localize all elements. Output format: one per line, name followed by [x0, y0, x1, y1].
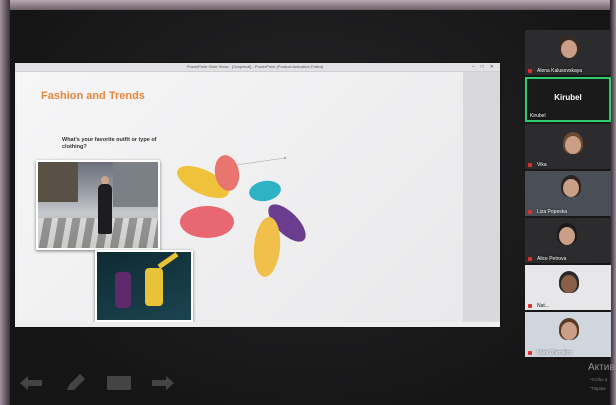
window-title: PowerPoint Slide Show - [Graphical] - Po… [186, 64, 324, 69]
muted-mic-icon [528, 69, 532, 73]
participant-tile[interactable]: Alice Petrova [525, 218, 611, 263]
dancers-photo [95, 250, 193, 322]
participant-name: Vika [537, 162, 547, 168]
monitor-bezel-left [0, 0, 10, 405]
active-speaker-name: Kirubel [554, 93, 582, 102]
flower-petal [249, 180, 281, 202]
activation-watermark-line: "Парам [590, 386, 606, 391]
window-controls: – □ ✕ [472, 63, 494, 71]
participant-name: Liza Popeska [537, 209, 568, 215]
muted-mic-icon [528, 210, 532, 214]
activation-watermark-line: Чтобы а [590, 377, 608, 382]
arrow-right-icon[interactable] [150, 374, 176, 392]
participant-name: Kirubel [530, 113, 546, 119]
monitor-bezel-top [0, 0, 616, 10]
activation-watermark-title: Актив [588, 362, 615, 373]
participant-tile[interactable]: Mark Chernikov [525, 312, 611, 357]
pen-icon[interactable] [62, 374, 88, 392]
participant-tile[interactable]: Vika [525, 124, 611, 169]
participant-tile[interactable]: Alena Kalusovskaya [525, 30, 611, 75]
participant-name: Alena Kalusovskaya [537, 68, 583, 74]
muted-mic-icon [528, 304, 532, 308]
slideshow-toolbar [18, 372, 176, 394]
participant-tile[interactable]: Liza Popeska [525, 171, 611, 216]
flower-petal [180, 206, 234, 238]
participant-name: Mark Chernikov [537, 350, 573, 356]
slide-side-panel [463, 72, 500, 322]
window-titlebar: PowerPoint Slide Show - [Graphical] - Po… [15, 63, 500, 72]
close-button[interactable]: ✕ [490, 63, 494, 71]
shared-screen-window: PowerPoint Slide Show - [Graphical] - Po… [15, 63, 500, 327]
minimize-button[interactable]: – [472, 63, 475, 71]
street-fashion-photo [36, 160, 160, 250]
active-speaker-tile[interactable]: Kirubel Kirubel [525, 77, 611, 122]
muted-mic-icon [528, 257, 532, 261]
muted-mic-icon [528, 351, 532, 355]
connector-dot [283, 156, 287, 160]
muted-mic-icon [528, 163, 532, 167]
participant-name: Nat... [537, 303, 549, 309]
maximize-button[interactable]: □ [481, 63, 484, 71]
keyboard-icon[interactable] [106, 374, 132, 392]
arrow-left-icon[interactable] [18, 374, 44, 392]
participant-name: Alice Petrova [537, 256, 567, 262]
participant-tile[interactable]: Nat... [525, 265, 611, 310]
presentation-slide: Fashion and Trends What's your favorite … [17, 72, 463, 322]
